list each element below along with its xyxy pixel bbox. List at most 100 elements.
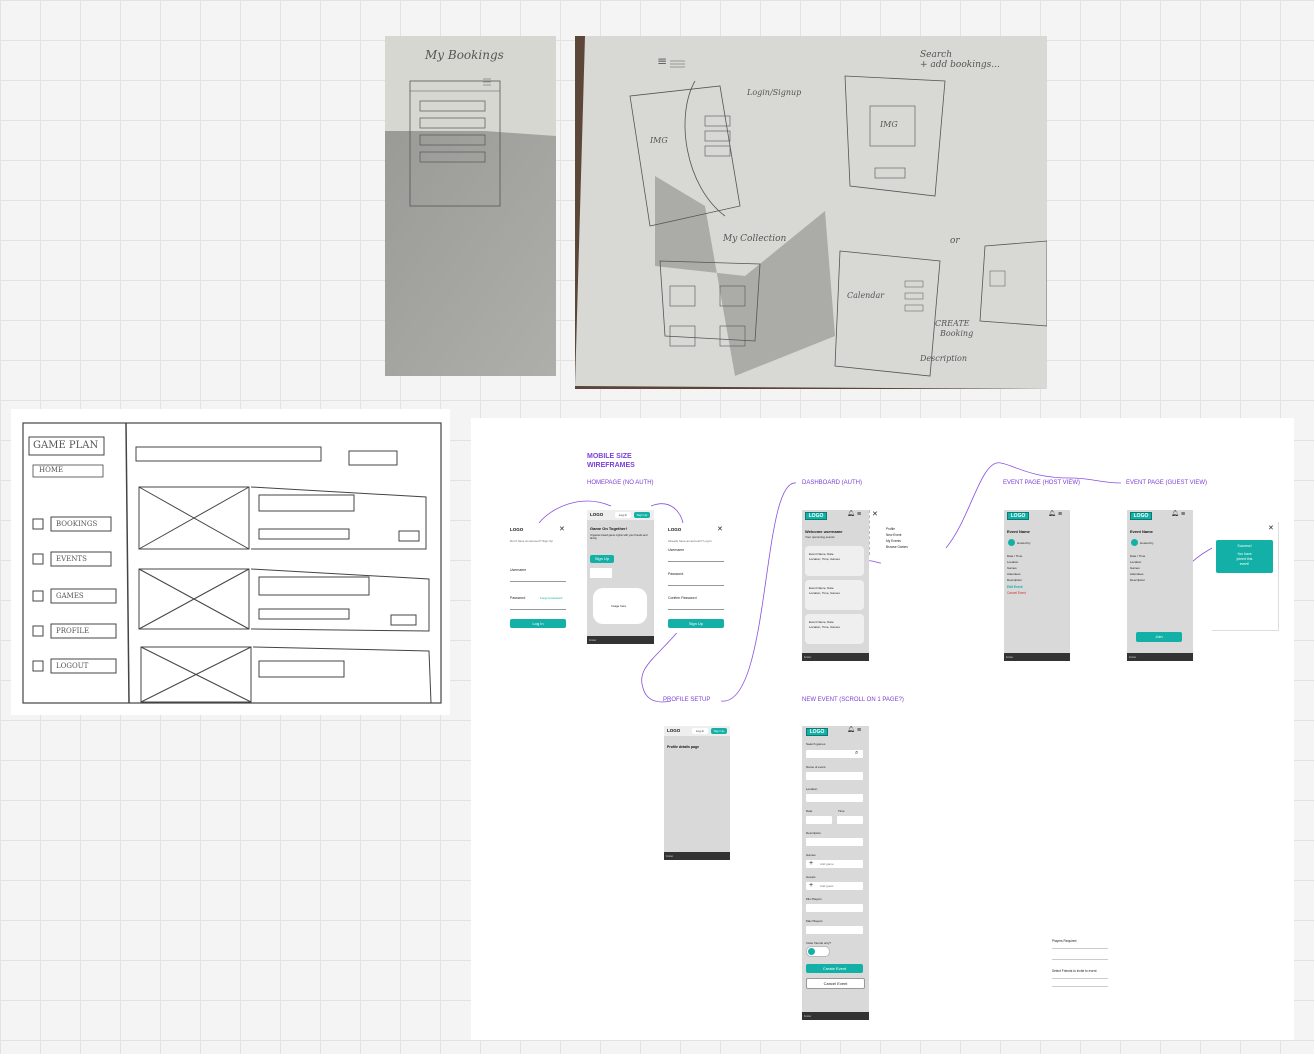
home-logo: LOGO: [590, 512, 604, 517]
signup-password-input[interactable]: [668, 585, 724, 586]
min-players-input[interactable]: [806, 904, 863, 912]
joined-modal: ✕ Success! You have joined this event!: [1212, 522, 1279, 631]
event-card[interactable]: Event Name, Date Location, Time, Games: [805, 614, 864, 644]
profile-tab-login[interactable]: Log In: [692, 728, 708, 734]
field-label: Max Players: [806, 919, 823, 923]
success-title: Success!: [1237, 544, 1252, 548]
signup-subtitle[interactable]: Already have an account? Log In: [668, 539, 712, 543]
bell-icon[interactable]: 🔔︎: [1171, 511, 1179, 518]
plus-icon[interactable]: +: [809, 882, 813, 889]
board-header-line2: WIREFRAMES: [587, 462, 635, 469]
new-event-label: NEW EVENT (scroll on 1 page?): [802, 697, 904, 703]
max-players-input[interactable]: [806, 926, 863, 934]
signup-confirm-input[interactable]: [668, 609, 724, 610]
add-game-input[interactable]: [806, 860, 863, 868]
bell-icon[interactable]: 🔔︎: [847, 511, 855, 518]
plus-icon[interactable]: +: [809, 860, 813, 867]
search-label: Search games: [806, 742, 826, 746]
close-icon[interactable]: ✕: [717, 526, 723, 533]
menu-item[interactable]: My Events: [886, 539, 901, 543]
wireframe-board: MOBILE SIZE WIREFRAMES HOMEPAGE (no auth…: [471, 418, 1294, 1040]
event-detail: Attendees: [1130, 572, 1144, 576]
field-label: Location: [806, 787, 818, 791]
add-guest-input[interactable]: [806, 882, 863, 890]
dashboard-menu: ✕ Profile New Event My Events Browse Gam…: [869, 510, 940, 555]
sketch-note-collection: My Collection: [723, 234, 787, 244]
location-input[interactable]: [806, 794, 863, 802]
home-stat-box: [590, 568, 612, 578]
private-toggle[interactable]: [806, 946, 830, 957]
menu-item[interactable]: Browse Games: [886, 545, 908, 549]
menu-item[interactable]: Profile: [886, 527, 895, 531]
profile-logo: LOGO: [667, 728, 681, 733]
time-input[interactable]: [837, 816, 863, 824]
hamburger-icon[interactable]: ≡: [857, 511, 861, 518]
hamburger-icon[interactable]: ≡: [1181, 511, 1185, 518]
avatar: [1008, 539, 1015, 546]
home-tab-login[interactable]: Log In: [615, 512, 631, 518]
login-button[interactable]: Log In: [510, 619, 566, 628]
login-logo: LOGO: [510, 527, 524, 532]
event-guest-screen: LOGO 🔔︎ ≡ Event Name Hosted by Date / Ti…: [1127, 510, 1193, 661]
homepage-screen: LOGO Log In Sign Up Game On Together! Or…: [587, 510, 654, 644]
signup-password-label: Password: [668, 572, 684, 576]
home-signup-button[interactable]: Sign Up: [590, 555, 614, 563]
profile-footer: [664, 852, 730, 860]
loose-field-input[interactable]: [1052, 986, 1108, 987]
close-icon[interactable]: ✕: [559, 526, 565, 533]
event-card[interactable]: Event Name, Date Location, Time, Games: [805, 580, 864, 610]
sketch-note-img: IMG: [650, 136, 668, 145]
close-icon[interactable]: ✕: [1268, 525, 1274, 532]
forgot-password-link[interactable]: Forgot password: [540, 596, 562, 600]
loose-field-label: Select Friends to invite to event: [1052, 969, 1097, 973]
event-guest-footer-text: Footer: [1129, 656, 1137, 659]
close-icon[interactable]: ✕: [872, 511, 878, 518]
loose-field-input[interactable]: [1052, 948, 1108, 949]
create-event-button[interactable]: Create Event: [806, 964, 863, 973]
signup-screen: LOGO ✕ Already have an account? Log In U…: [666, 523, 728, 633]
password-input[interactable]: [510, 609, 566, 610]
add-game-text: Add game: [820, 862, 834, 866]
dashboard-screen: LOGO 🔔︎ ≡ Welcome username Your upcoming…: [802, 510, 869, 661]
event-card[interactable]: Event Name, Date Location, Time, Games: [805, 546, 864, 576]
signup-username-input[interactable]: [668, 561, 724, 562]
avatar: [1131, 539, 1138, 546]
username-input[interactable]: [510, 581, 566, 582]
cancel-event-button[interactable]: Cancel Event: [806, 978, 865, 989]
bell-icon[interactable]: 🔔︎: [1048, 511, 1056, 518]
event-detail: Description: [1130, 578, 1146, 582]
dashboard-logo[interactable]: LOGO: [805, 512, 827, 520]
event-host-logo[interactable]: LOGO: [1007, 512, 1029, 520]
event-card-title: Event Name, Date: [809, 552, 834, 556]
login-subtitle[interactable]: Don't have an account? Sign Up: [510, 539, 553, 543]
sketch-note-calendar: Calendar: [847, 291, 885, 300]
hamburger-icon[interactable]: ≡: [857, 727, 861, 734]
home-tab-signup[interactable]: Sign Up: [634, 512, 650, 518]
home-footer: [587, 636, 654, 644]
profile-tab-signup[interactable]: Sign Up: [711, 728, 727, 734]
search-icon[interactable]: ⌕: [855, 750, 858, 757]
date-input[interactable]: [806, 816, 832, 824]
description-input[interactable]: [806, 838, 863, 846]
bell-icon[interactable]: 🔔︎: [847, 727, 855, 734]
password-label: Password: [510, 596, 526, 600]
signup-button[interactable]: Sign Up: [668, 619, 724, 628]
sketch-note-add: + add bookings...: [920, 60, 1000, 70]
cancel-event-link[interactable]: Cancel Event: [1007, 591, 1026, 595]
hamburger-icon[interactable]: ≡: [1058, 511, 1062, 518]
event-guest-logo[interactable]: LOGO: [1130, 512, 1152, 520]
loose-field-input[interactable]: [1052, 978, 1108, 979]
dashboard-welcome: Welcome username: [805, 529, 843, 534]
event-guest-hostedby: Hosted by: [1140, 541, 1154, 545]
loose-field-input[interactable]: [1052, 959, 1108, 960]
new-event-logo[interactable]: LOGO: [806, 728, 828, 736]
edit-event-link[interactable]: Edit Event: [1007, 585, 1023, 589]
username-label: Username: [510, 568, 527, 572]
sketch-photo-my-bookings: My Bookings: [385, 36, 556, 376]
menu-item[interactable]: New Event: [886, 533, 901, 537]
event-name-input[interactable]: [806, 772, 863, 780]
join-button[interactable]: Join: [1136, 632, 1182, 642]
homepage-label: HOMEPAGE (no auth): [587, 480, 654, 486]
profile-setup-screen: LOGO Log In Sign Up Profile details page…: [664, 726, 730, 860]
sketch-nav-logout: LOGOUT: [56, 662, 89, 670]
